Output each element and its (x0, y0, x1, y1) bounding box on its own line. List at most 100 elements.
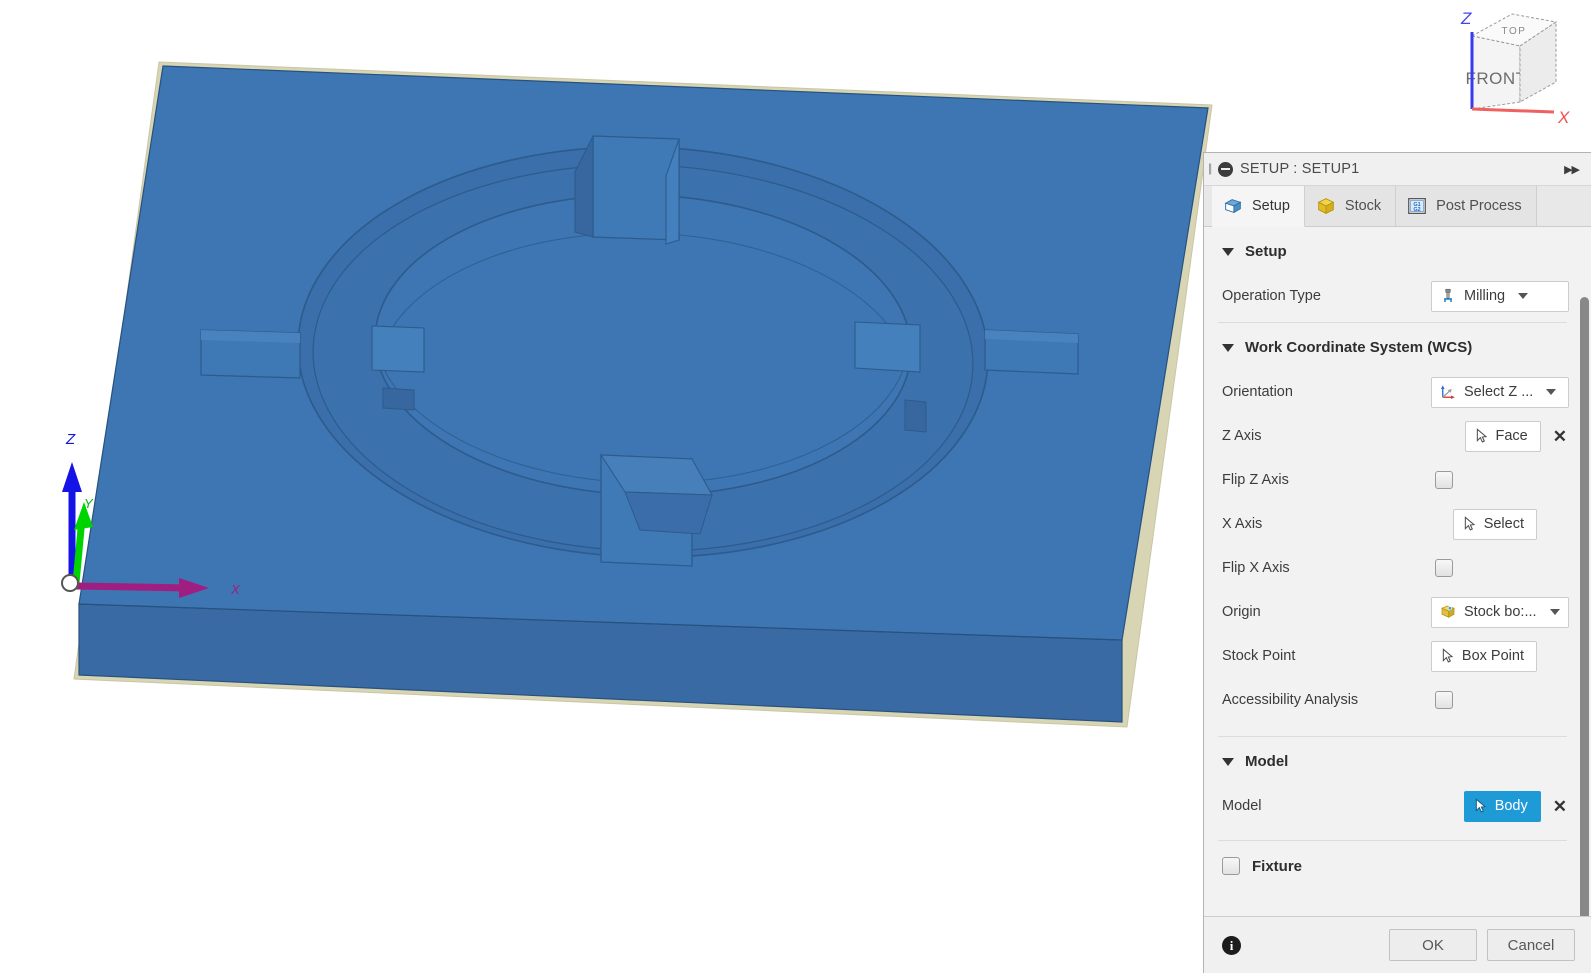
viewcube-z-label: Z (1460, 9, 1472, 28)
row-orientation: Orientation Select Z ... (1204, 370, 1581, 414)
tab-post-process-label: Post Process (1436, 198, 1522, 214)
row-flip-z-axis: Flip Z Axis (1204, 458, 1581, 502)
panel-drag-handle[interactable]: || (1208, 161, 1215, 177)
chevron-down-icon (1518, 293, 1529, 299)
origin-point-marker (61, 574, 79, 592)
cursor-arrow-icon (1464, 516, 1475, 531)
z-axis-clear-icon[interactable]: ✕ (1551, 428, 1569, 445)
milling-tool-icon (1444, 288, 1452, 302)
row-x-axis: X Axis Select (1204, 502, 1581, 546)
stock-point-value: Box Point (1461, 648, 1524, 664)
operation-type-dropdown[interactable]: Milling (1431, 280, 1569, 312)
origin-dropdown[interactable]: Stock bo:... (1431, 596, 1569, 628)
origin-value: Stock bo:... (1464, 604, 1537, 620)
expand-chevrons-icon[interactable]: ▶▶ (1564, 163, 1583, 176)
svg-text:G2: G2 (1414, 207, 1421, 213)
collapse-triangle-icon (1222, 757, 1234, 766)
row-z-axis: Z Axis Face ✕ (1204, 414, 1581, 458)
z-axis-select-button[interactable]: Face (1464, 420, 1541, 452)
cancel-button[interactable]: Cancel (1487, 929, 1575, 961)
triad-z-label: Z (65, 431, 76, 448)
orientation-value: Select Z ... (1464, 384, 1534, 400)
x-axis-label: X Axis (1222, 516, 1263, 532)
flip-z-axis-checkbox[interactable] (1435, 471, 1453, 489)
panel-scrollbar-track[interactable] (1580, 227, 1589, 916)
orientation-label: Orientation (1222, 384, 1293, 400)
info-icon[interactable]: i (1222, 935, 1241, 955)
triad-x-label: X (230, 582, 241, 597)
view-cube[interactable]: TOP FRONT Z X (1424, 2, 1584, 130)
x-axis-select-button[interactable]: Select (1452, 508, 1537, 540)
accessibility-analysis-label: Accessibility Analysis (1222, 692, 1359, 708)
section-setup-header[interactable]: Setup (1204, 227, 1581, 274)
section-model-header[interactable]: Model (1204, 737, 1581, 784)
g-code-icon: G1 G2 (1408, 198, 1427, 214)
flip-x-axis-label: Flip X Axis (1222, 560, 1290, 576)
tab-setup-label: Setup (1252, 198, 1290, 214)
panel-tabs: Setup Stock G1 G2 Post Process (1204, 186, 1591, 227)
panel-scroll-area: Setup Operation Type Milling Work Coordi… (1204, 227, 1581, 916)
panel-header: || SETUP : SETUP1 ▶▶ (1204, 153, 1591, 186)
chevron-down-icon (1549, 609, 1560, 615)
flip-x-axis-checkbox[interactable] (1435, 559, 1453, 577)
flip-z-axis-label: Flip Z Axis (1222, 472, 1289, 488)
setup-box-icon (1224, 199, 1242, 214)
row-flip-x-axis: Flip X Axis (1204, 546, 1581, 590)
section-fixture-title: Fixture (1252, 857, 1303, 875)
operation-type-label: Operation Type (1222, 288, 1321, 304)
panel-title: SETUP : SETUP1 (1240, 161, 1360, 177)
panel-footer: i OK Cancel (1204, 916, 1591, 973)
stock-box-icon (1317, 198, 1335, 215)
row-model: Model Body ✕ (1204, 784, 1581, 828)
model-clear-icon[interactable]: ✕ (1551, 798, 1569, 815)
model-label: Model (1222, 798, 1262, 814)
stock-point-button[interactable]: Box Point (1430, 640, 1537, 672)
fixture-checkbox[interactable] (1222, 857, 1240, 875)
viewcube-x-axis (1471, 107, 1555, 114)
z-axis-label: Z Axis (1222, 428, 1262, 444)
viewcube-top-label: TOP (1502, 26, 1527, 37)
section-model-title: Model (1245, 753, 1289, 770)
operation-type-value: Milling (1464, 288, 1506, 304)
stock-box-point-icon (1441, 605, 1455, 618)
inner-pad-right (854, 321, 921, 373)
triad-y-label: Y (84, 496, 94, 511)
tab-stock[interactable]: Stock (1304, 186, 1397, 226)
origin-label: Origin (1222, 604, 1261, 620)
inner-notch-left (382, 387, 415, 411)
model-value: Body (1494, 798, 1528, 814)
x-axis-value: Select (1483, 516, 1524, 532)
tab-post-process[interactable]: G1 G2 Post Process (1396, 186, 1537, 226)
row-operation-type: Operation Type Milling (1204, 274, 1581, 318)
cursor-arrow-icon (1442, 648, 1454, 663)
cursor-arrow-icon (1475, 798, 1486, 813)
section-setup-title: Setup (1245, 243, 1287, 260)
collapse-triangle-icon (1222, 247, 1234, 256)
panel-scrollbar-thumb[interactable] (1580, 297, 1589, 916)
section-wcs-title: Work Coordinate System (WCS) (1245, 339, 1473, 356)
cursor-arrow-icon (1476, 428, 1487, 443)
model-body-button[interactable]: Body (1463, 790, 1541, 822)
accessibility-analysis-checkbox[interactable] (1435, 691, 1453, 709)
section-fixture-header: Fixture (1204, 841, 1581, 889)
application-window: Z Y X TOP FRONT Z X || SETUP: SETUP1 ▶▶… (0, 0, 1591, 973)
collapse-icon[interactable] (1218, 161, 1233, 177)
inner-pad-left (371, 325, 425, 373)
viewcube-x-label: X (1557, 108, 1570, 127)
section-wcs-header[interactable]: Work Coordinate System (WCS) (1204, 323, 1581, 370)
row-accessibility-analysis: Accessibility Analysis (1204, 678, 1581, 722)
chevron-down-icon (1546, 389, 1557, 395)
z-axis-value: Face (1495, 428, 1528, 444)
collapse-triangle-icon (1222, 343, 1234, 352)
stock-point-label: Stock Point (1222, 648, 1296, 664)
setup-dialog-panel: || SETUP : SETUP1 ▶▶ Setup Stock G1 G2 P… (1203, 152, 1591, 973)
row-origin: Origin Stock bo:... (1204, 590, 1581, 634)
tab-setup[interactable]: Setup (1212, 186, 1305, 227)
ok-button[interactable]: OK (1389, 929, 1477, 961)
panel-body: Setup Operation Type Milling Work Coordi… (1204, 227, 1591, 916)
viewcube-front-label: FRONT (1465, 69, 1526, 88)
orientation-dropdown[interactable]: Select Z ... (1431, 376, 1569, 408)
inner-notch-right (904, 399, 927, 433)
axis-triad-icon (1440, 385, 1455, 400)
row-stock-point: Stock Point Box Point (1204, 634, 1581, 678)
